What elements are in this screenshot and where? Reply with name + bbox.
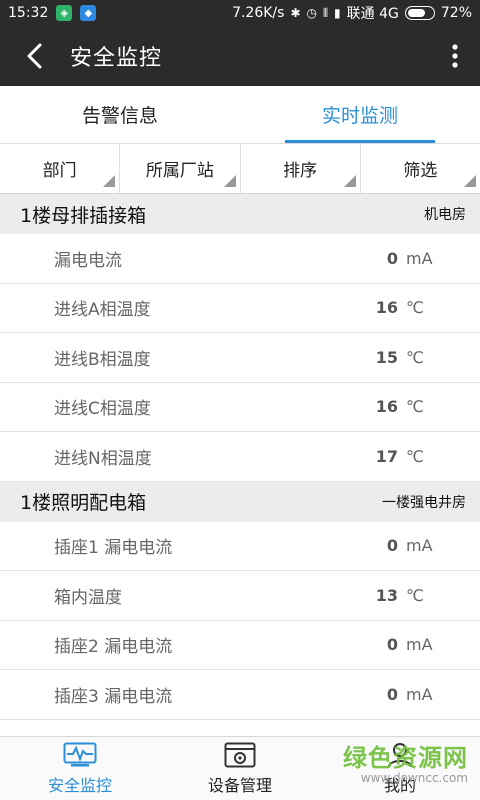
list-item[interactable]: 插座3 漏电电流 0 mA	[0, 670, 480, 720]
filter-department[interactable]: 部门	[0, 144, 121, 193]
filter-sort[interactable]: 排序	[241, 144, 361, 193]
tab-alarm-info[interactable]: 告警信息	[0, 86, 240, 143]
item-label: 箱内温度	[54, 587, 122, 608]
device-gear-icon	[223, 741, 257, 769]
list-item[interactable]: 进线A相温度 16 ℃	[0, 283, 480, 333]
vibrate-icon: ⫴	[323, 5, 329, 20]
item-value: 0	[386, 536, 398, 556]
item-label: 插座1 漏电电流	[54, 538, 173, 559]
nav-device-management[interactable]: 设备管理	[160, 737, 320, 800]
item-unit: mA	[406, 536, 433, 556]
item-unit: mA	[406, 635, 433, 655]
signal-icon: ▮	[334, 6, 341, 20]
item-unit: ℃	[406, 446, 424, 466]
filter-bar: 部门 所属厂站 排序 筛选	[0, 144, 480, 194]
group-location: 一楼强电井房	[382, 494, 466, 511]
tab-bar: 告警信息 实时监测	[0, 86, 480, 144]
nav-label: 设备管理	[207, 776, 272, 795]
dropdown-triangle-icon	[103, 175, 116, 187]
dropdown-triangle-icon	[223, 175, 236, 187]
item-unit: mA	[406, 684, 433, 704]
item-unit: ℃	[406, 397, 424, 417]
item-value: 0	[386, 635, 398, 655]
battery-icon	[404, 6, 435, 20]
item-value: 17	[375, 446, 398, 466]
watermark-url: www.downcc.com	[360, 771, 468, 785]
monitor-pulse-icon	[63, 741, 97, 769]
group-header[interactable]: 1楼母排插接箱 机电房	[0, 194, 480, 234]
list-item[interactable]: 箱内温度 13 ℃	[0, 571, 480, 621]
more-button[interactable]	[430, 26, 480, 86]
filter-label: 筛选	[403, 161, 438, 181]
alarm-icon: ◷	[306, 6, 317, 20]
list-item[interactable]: 进线N相温度 17 ℃	[0, 432, 480, 482]
status-bar: 15:32 ◈ ◆ 7.26K/s ✱ ◷ ⫴ ▮ 联通 4G 72%	[0, 0, 480, 26]
item-label: 插座2 漏电电流	[54, 637, 173, 658]
dropdown-triangle-icon	[343, 175, 356, 187]
item-value: 16	[375, 397, 398, 417]
watermark-text: 绿色资源网	[343, 744, 468, 772]
filter-label: 排序	[283, 161, 318, 181]
list-item-partial[interactable]	[0, 719, 480, 736]
list-item[interactable]: 进线B相温度 15 ℃	[0, 333, 480, 383]
item-label: 漏电电流	[54, 250, 122, 271]
bluetooth-icon: ✱	[290, 6, 301, 20]
item-value: 15	[375, 347, 398, 367]
group-location: 机电房	[424, 207, 466, 223]
list-item[interactable]: 进线C相温度 16 ℃	[0, 382, 480, 432]
group-name: 1楼照明配电箱	[20, 492, 147, 514]
item-unit: ℃	[406, 298, 424, 318]
item-label: 进线C相温度	[54, 399, 151, 420]
back-button[interactable]	[0, 26, 70, 86]
item-value: 0	[386, 248, 398, 268]
status-battery: 72%	[440, 5, 472, 21]
list-item[interactable]: 插座2 漏电电流 0 mA	[0, 620, 480, 670]
item-value: 0	[386, 684, 398, 704]
item-label: 插座3 漏电电流	[54, 686, 173, 707]
list-item[interactable]: 漏电电流 0 mA	[0, 234, 480, 284]
item-value: 13	[375, 585, 398, 605]
item-unit: ℃	[406, 347, 424, 367]
filter-label: 所属厂站	[145, 161, 214, 181]
app-badge-icon: ◆	[80, 5, 97, 21]
back-arrow-icon	[27, 43, 42, 69]
item-label: 进线B相温度	[54, 349, 151, 370]
group-name: 1楼母排插接箱	[20, 204, 147, 227]
filter-label: 部门	[42, 161, 77, 181]
tab-realtime-monitor[interactable]: 实时监测	[240, 86, 480, 143]
item-label: 进线A相温度	[54, 300, 151, 321]
filter-station[interactable]: 所属厂站	[120, 144, 241, 193]
item-label: 进线N相温度	[54, 448, 152, 469]
monitor-list[interactable]: 1楼母排插接箱 机电房 漏电电流 0 mA 进线A相温度 16 ℃ 进线B相温度…	[0, 194, 480, 736]
page-title: 安全监控	[70, 46, 163, 71]
item-unit: mA	[406, 248, 433, 268]
more-vertical-icon	[452, 44, 458, 68]
watermark: 绿色资源网 www.downcc.com	[343, 738, 468, 785]
status-time: 15:32	[8, 5, 49, 21]
nav-label: 安全监控	[47, 776, 112, 795]
item-unit: ℃	[406, 585, 424, 605]
shield-badge-icon: ◈	[56, 5, 73, 21]
filter-screen[interactable]: 筛选	[361, 144, 480, 193]
group-header[interactable]: 1楼照明配电箱 一楼强电井房	[0, 481, 480, 522]
dropdown-triangle-icon	[464, 175, 476, 187]
nav-safety-monitor[interactable]: 安全监控	[0, 737, 160, 800]
status-speed: 7.26K/s	[232, 5, 285, 21]
item-value: 16	[375, 298, 398, 318]
app-toolbar: 安全监控	[0, 26, 480, 86]
list-item[interactable]: 插座1 漏电电流 0 mA	[0, 521, 480, 571]
status-carrier: 联通 4G	[346, 6, 399, 22]
